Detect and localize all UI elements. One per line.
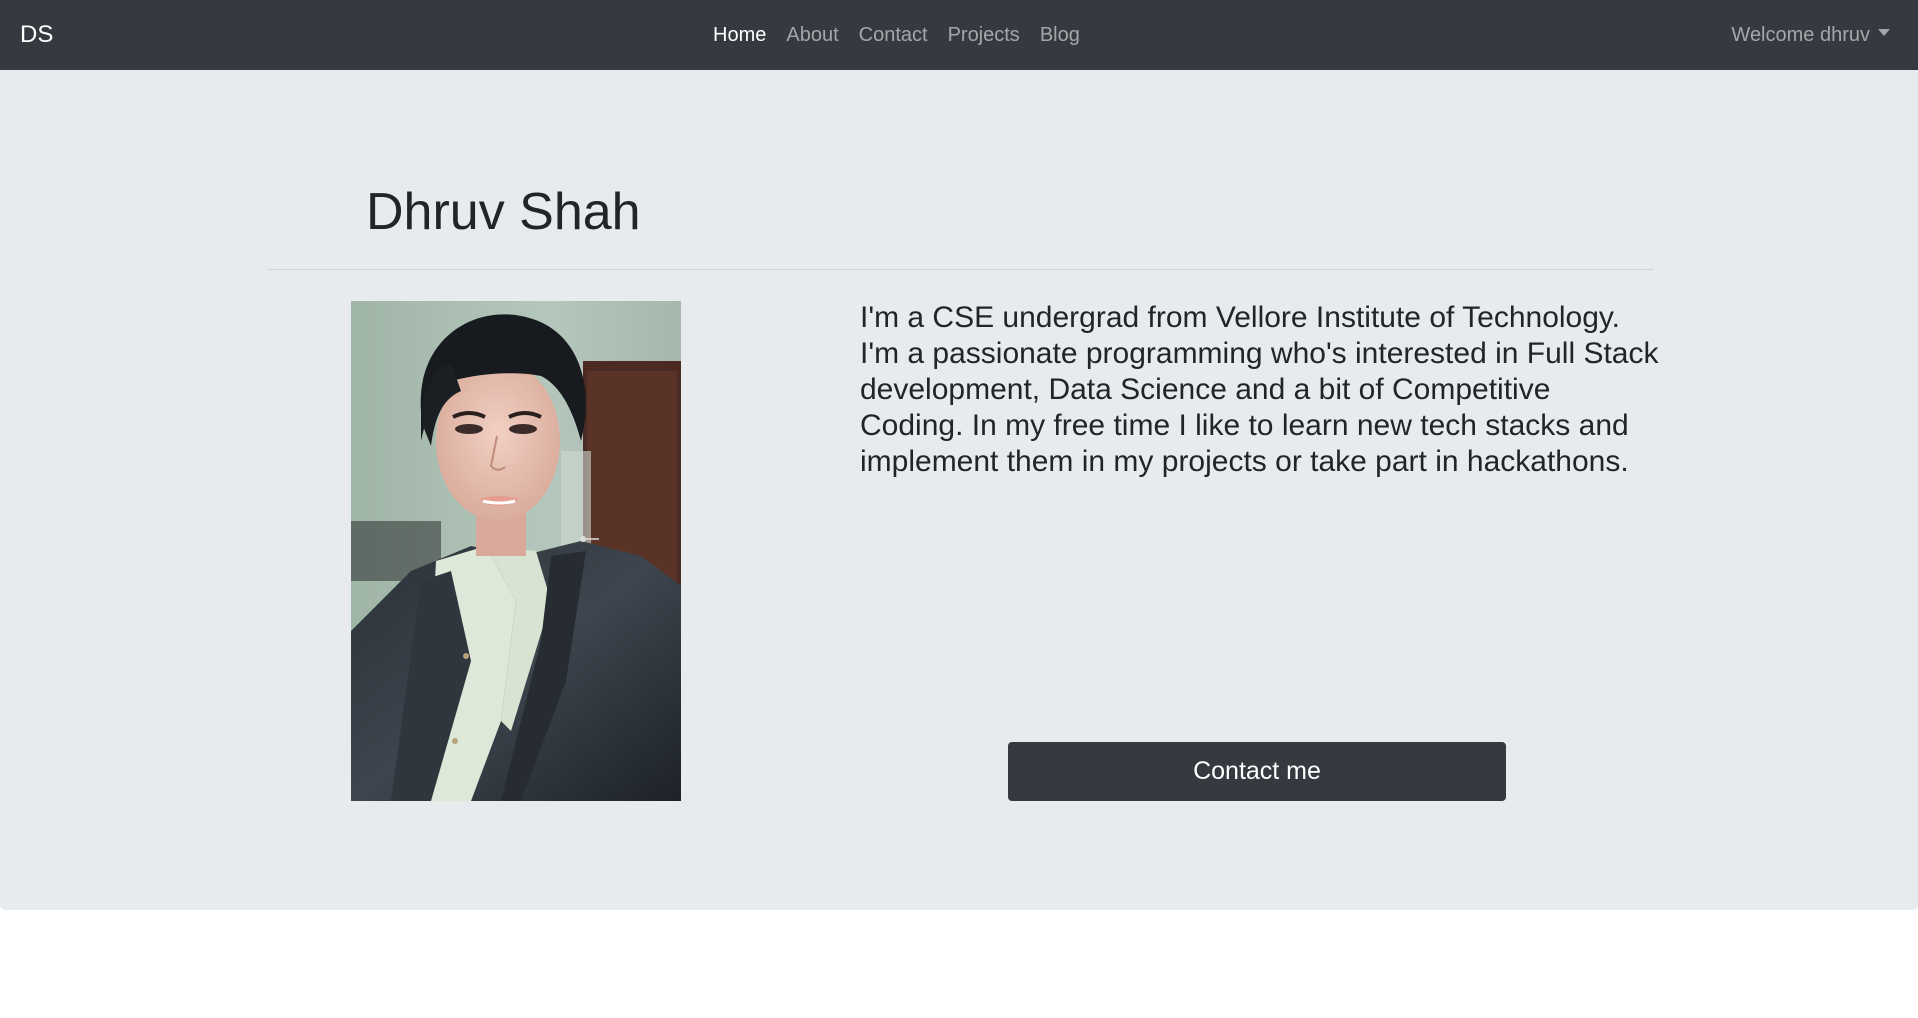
hero-section: Dhruv Shah I'm a CSE undergrad from Vell… [0, 70, 1918, 910]
page-title: Dhruv Shah [366, 183, 641, 241]
nav-link-projects[interactable]: Projects [948, 22, 1020, 48]
top-navbar: DS Home About Contact Projects Blog Welc… [0, 0, 1918, 70]
profile-photo [351, 301, 681, 801]
nav-link-about[interactable]: About [786, 22, 838, 48]
user-menu-dropdown[interactable]: Welcome dhruv [1731, 22, 1890, 48]
bio-text: I'm a CSE undergrad from Vellore Institu… [860, 301, 1659, 478]
nav-link-home[interactable]: Home [713, 22, 766, 48]
chevron-down-icon [1878, 28, 1890, 36]
brand-logo[interactable]: DS [20, 20, 53, 50]
nav-link-contact[interactable]: Contact [859, 22, 928, 48]
nav-link-blog[interactable]: Blog [1040, 22, 1080, 48]
contact-me-button[interactable]: Contact me [1008, 742, 1506, 801]
user-menu-label: Welcome dhruv [1731, 24, 1870, 46]
divider [267, 269, 1654, 270]
nav-links: Home About Contact Projects Blog [713, 22, 1080, 48]
